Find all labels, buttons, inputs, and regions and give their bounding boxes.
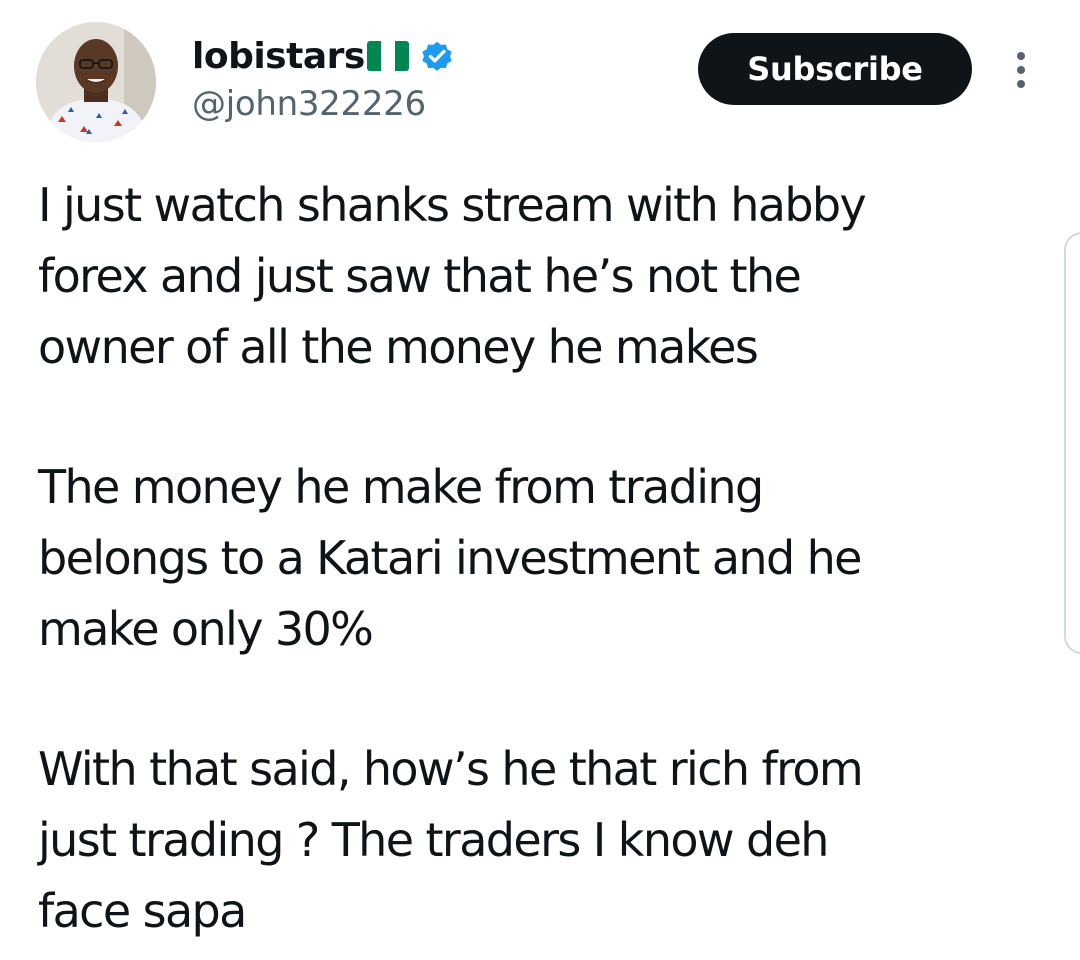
tweet-line: I just watch shanks stream with habby bbox=[38, 178, 867, 232]
more-vertical-icon[interactable] bbox=[1006, 50, 1036, 90]
profile-avatar[interactable] bbox=[36, 22, 156, 142]
verified-badge-icon bbox=[419, 38, 455, 74]
tweet-paragraph: With that said, how’s he that rich from … bbox=[38, 734, 1048, 947]
nigeria-flag-icon bbox=[366, 41, 409, 71]
tweet-text: I just watch shanks stream with habby fo… bbox=[38, 170, 1048, 947]
tweet-line: just trading ? The traders I know deh bbox=[38, 813, 829, 867]
author-name-row[interactable]: lobistars bbox=[192, 28, 455, 84]
scrollbar-handle[interactable] bbox=[1064, 232, 1080, 654]
tweet-line: The money he make from trading bbox=[38, 460, 764, 514]
author-handle[interactable]: @john322226 bbox=[192, 84, 426, 124]
tweet-paragraph: I just watch shanks stream with habby fo… bbox=[38, 170, 1048, 383]
tweet-line: forex and just saw that he’s not the bbox=[38, 249, 802, 303]
tweet-line: owner of all the money he makes bbox=[38, 320, 759, 374]
tweet-paragraph: The money he make from trading belongs t… bbox=[38, 452, 1048, 665]
tweet-line: belongs to a Katari investment and he bbox=[38, 531, 862, 585]
tweet-line: make only 30% bbox=[38, 602, 374, 656]
subscribe-button[interactable]: Subscribe bbox=[698, 33, 972, 105]
author-display-name[interactable]: lobistars bbox=[192, 36, 365, 77]
tweet-line: With that said, how’s he that rich from bbox=[38, 742, 864, 796]
tweet-line: face sapa bbox=[38, 884, 247, 938]
